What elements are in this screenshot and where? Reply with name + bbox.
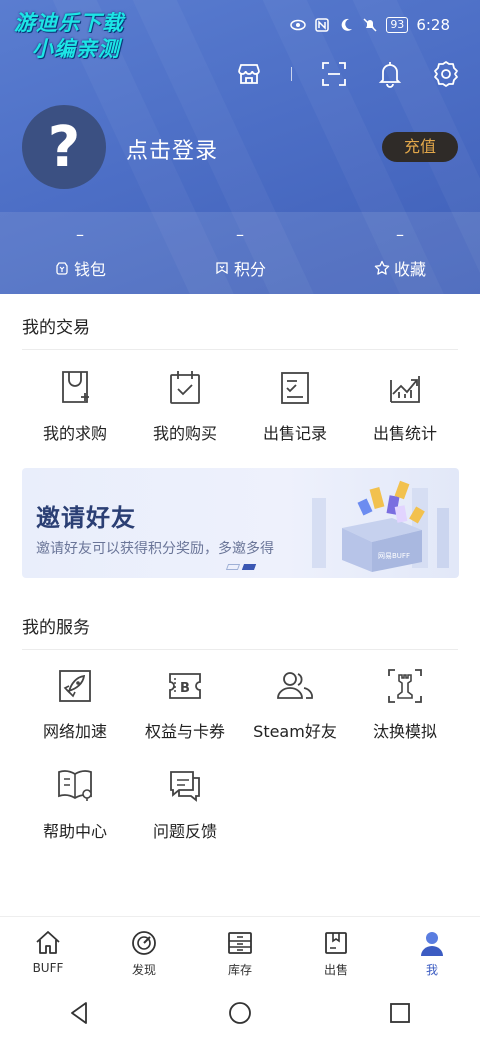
svg-text:B: B [180,681,190,696]
tab-label: 库存 [227,963,252,977]
help-book-icon [58,770,92,801]
my-buy-orders[interactable]: 我的求购 [20,368,130,444]
trade-up-simulator[interactable]: 汰换模拟 [350,666,460,766]
invite-banner[interactable]: 邀请好友 邀请好友可以获得积分奖励，多邀多得 网易BUFF [22,468,459,578]
status-bar: 游迪乐下载 小编亲测 93 6:28 [0,0,480,61]
friends-icon [277,672,313,699]
trade-grid: 我的求购 我的购买 出售记录 出售统计 [20,368,460,444]
chart-icon [390,376,420,403]
points-value: – [236,225,244,244]
banner-subtitle: 邀请好友可以获得积分奖励，多邀多得 [36,541,274,557]
recents-icon[interactable] [386,999,414,1027]
grid-label: 权益与卡券 [144,722,225,741]
grid-label: 帮助中心 [42,822,107,841]
favorites-value: – [396,225,404,244]
page-dot-active[interactable] [241,564,257,570]
inventory-icon [228,932,252,954]
header-separator [291,67,292,81]
tab-me[interactable]: 我 [384,917,480,986]
page-dot[interactable] [225,564,241,570]
grid-label: 出售统计 [372,424,437,443]
mute-icon [363,18,377,32]
account-stats: – 钱包 – 积分 – 收藏 [0,212,480,294]
stat-favorites[interactable]: – 收藏 [320,212,480,294]
grid-label: 我的购买 [152,424,217,443]
bell-icon[interactable] [376,60,404,88]
home-circle-icon[interactable] [226,999,254,1027]
box-text: 网易BUFF [378,552,410,560]
steam-friends[interactable]: Steam好友 [240,666,350,766]
grid-label: 出售记录 [262,424,327,443]
sales-record[interactable]: 出售记录 [240,368,350,444]
grid-label: 我的求购 [42,424,107,443]
network-accelerate[interactable]: 网络加速 [20,666,130,766]
wallet-label: 钱包 [73,260,106,279]
feedback-icon [170,771,200,802]
bag-add-icon [62,371,89,403]
grid-label: 汰换模拟 [372,722,437,741]
watermark: 游迪乐下载 小编亲测 [14,11,124,61]
calendar-check-icon [170,371,200,404]
tab-label: 我 [425,963,438,977]
tab-sell[interactable]: 出售 [288,917,384,986]
star-icon [374,260,390,275]
tab-label: 出售 [323,963,348,977]
settings-icon[interactable] [432,60,460,88]
coupon-icon: B [169,673,201,699]
battery-indicator: 93 [386,17,409,33]
points-icon [216,262,228,275]
sales-stats[interactable]: 出售统计 [350,368,460,444]
banner-pagination [225,564,257,570]
store-icon[interactable] [235,60,263,88]
services-section-title: 我的服务 [22,618,90,638]
sell-box-icon [325,932,347,954]
bottom-tab-bar: BUFF 发现 库存 出售 我 [0,916,480,986]
discover-icon [132,931,156,955]
tradeup-icon [388,669,422,703]
moon-icon [341,18,353,31]
tab-buff[interactable]: BUFF [0,917,96,986]
tab-discover[interactable]: 发现 [96,917,192,986]
profile-header: 游迪乐下载 小编亲测 93 6:28 ? 点击登录 充值 – 钱包 – 积分 –… [0,0,480,294]
clock: 6:28 [416,16,450,34]
points-label: 积分 [233,260,266,279]
gift-box-illustration: 网易BUFF [312,480,449,572]
stat-points[interactable]: – 积分 [160,212,320,294]
login-link[interactable]: 点击登录 [126,133,218,165]
wallet-icon [56,262,68,275]
banner-title: 邀请好友 [36,504,136,532]
tab-label: 发现 [131,963,156,977]
services-grid: 网络加速 B 权益与卡券 Steam好友 汰换模拟 帮助中心 问题反馈 [20,666,460,866]
divider [22,349,458,350]
trade-section-title: 我的交易 [22,318,90,338]
system-nav-bar [0,986,480,1040]
help-center[interactable]: 帮助中心 [20,766,130,866]
divider [22,649,458,650]
tab-inventory[interactable]: 库存 [192,917,288,986]
home-icon [36,931,60,954]
wallet-value: – [76,225,84,244]
rocket-icon [59,670,91,702]
eye-icon [290,19,307,31]
favorites-label: 收藏 [393,260,426,279]
grid-label: Steam好友 [253,722,337,741]
feedback[interactable]: 问题反馈 [130,766,240,866]
back-icon[interactable] [66,999,94,1027]
rights-and-coupons[interactable]: B 权益与卡券 [130,666,240,766]
grid-label: 问题反馈 [152,822,217,841]
grid-label: 网络加速 [42,722,107,741]
nfc-icon [315,18,330,32]
recharge-button[interactable]: 充值 [382,132,458,162]
tab-label: BUFF [32,961,64,975]
my-purchases[interactable]: 我的购买 [130,368,240,444]
scan-icon[interactable] [320,60,348,88]
avatar[interactable]: ? [22,105,106,189]
stat-wallet[interactable]: – 钱包 [0,212,160,294]
profile-icon [421,932,443,956]
record-icon [281,372,309,404]
